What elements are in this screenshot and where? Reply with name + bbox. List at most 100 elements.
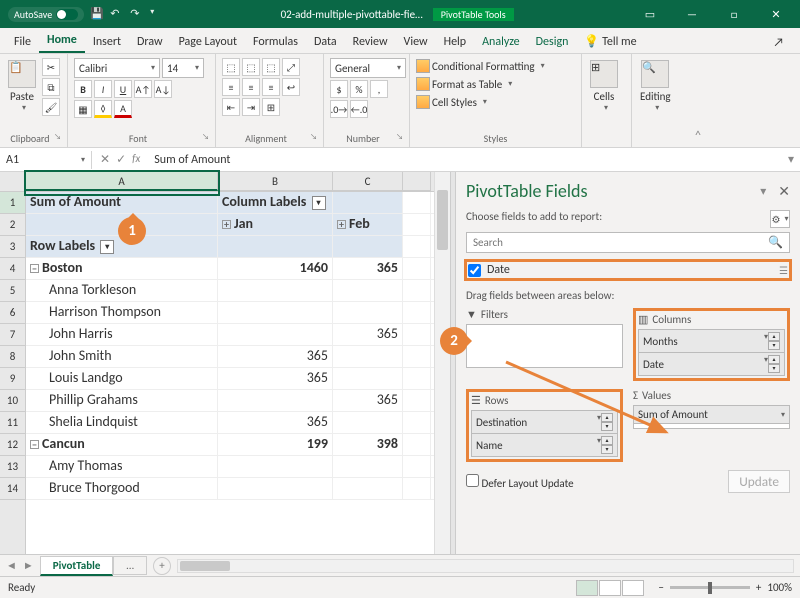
- save-icon[interactable]: 💾: [90, 7, 104, 21]
- close-button[interactable]: ✕: [756, 0, 796, 28]
- undo-icon[interactable]: ↶: [110, 7, 124, 21]
- area-columns[interactable]: ▥Columns Months▾▴▾ Date▾▴▾: [633, 308, 790, 381]
- cell-styles-button[interactable]: Cell Styles▾: [416, 94, 575, 110]
- cell[interactable]: Sum of Amount: [26, 192, 218, 213]
- cell[interactable]: Amy Thomas: [26, 456, 218, 477]
- tab-design[interactable]: Design: [528, 31, 577, 53]
- cell[interactable]: −Boston: [26, 258, 218, 279]
- paste-button[interactable]: 📋 Paste▾: [6, 58, 38, 115]
- editing-button[interactable]: 🔍Editing▾: [638, 58, 673, 115]
- cell[interactable]: [218, 280, 333, 301]
- increase-decimal-icon[interactable]: .0→: [330, 100, 348, 118]
- page-layout-view-button[interactable]: [599, 580, 621, 596]
- cell[interactable]: Phillip Grahams: [26, 390, 218, 411]
- cell[interactable]: [333, 192, 403, 213]
- row-header[interactable]: 13: [0, 456, 25, 478]
- italic-button[interactable]: I: [94, 80, 112, 98]
- vertical-scrollbar[interactable]: [434, 172, 450, 554]
- font-size-combo[interactable]: 14▾: [162, 58, 204, 78]
- tell-me-search[interactable]: 💡 Tell me: [576, 30, 644, 53]
- row-header[interactable]: 12: [0, 434, 25, 456]
- number-launcher-icon[interactable]: ↘: [396, 132, 403, 142]
- tab-file[interactable]: File: [6, 31, 39, 53]
- cell-grid[interactable]: Sum of AmountColumn Labels ▾+Jan+FebRow …: [26, 192, 434, 500]
- area-filters[interactable]: ▼Filters: [466, 308, 623, 381]
- align-middle-icon[interactable]: ⬚: [242, 58, 260, 76]
- format-painter-icon[interactable]: 🖌: [42, 98, 60, 116]
- align-top-icon[interactable]: ⬚: [222, 58, 240, 76]
- cell[interactable]: [333, 456, 403, 477]
- font-color-button[interactable]: A: [114, 100, 132, 118]
- row-header[interactable]: 14: [0, 478, 25, 500]
- field-search-input[interactable]: [467, 233, 762, 252]
- sheet-nav-next-icon[interactable]: ►: [23, 559, 34, 572]
- row-header[interactable]: 1: [0, 192, 25, 214]
- tab-help[interactable]: Help: [436, 31, 475, 53]
- cell[interactable]: Harrison Thompson: [26, 302, 218, 323]
- comma-format-icon[interactable]: ,: [370, 80, 388, 98]
- select-all-button[interactable]: [0, 172, 25, 192]
- align-right-icon[interactable]: ≡: [262, 78, 280, 96]
- merge-button[interactable]: ⊞: [262, 98, 280, 116]
- cell[interactable]: [333, 368, 403, 389]
- tab-page-layout[interactable]: Page Layout: [171, 31, 245, 53]
- cell[interactable]: Bruce Thorgood: [26, 478, 218, 499]
- zoom-level[interactable]: 100%: [767, 581, 792, 594]
- accounting-format-icon[interactable]: $: [330, 80, 348, 98]
- cell[interactable]: +Jan: [218, 214, 333, 235]
- number-format-combo[interactable]: General▾: [330, 58, 406, 78]
- bold-button[interactable]: B: [74, 80, 92, 98]
- cell[interactable]: [333, 478, 403, 499]
- cancel-formula-icon[interactable]: ✕: [100, 152, 110, 167]
- pane-close-icon[interactable]: ✕: [778, 183, 790, 200]
- tab-home[interactable]: Home: [39, 29, 85, 53]
- cell[interactable]: [333, 302, 403, 323]
- cell[interactable]: [333, 346, 403, 367]
- tab-insert[interactable]: Insert: [85, 31, 129, 53]
- copy-icon[interactable]: ⧉: [42, 78, 60, 96]
- row-header[interactable]: 7: [0, 324, 25, 346]
- decrease-decimal-icon[interactable]: ←.0: [350, 100, 368, 118]
- sheet-nav-prev-icon[interactable]: ◄: [6, 559, 17, 572]
- percent-format-icon[interactable]: %: [350, 80, 368, 98]
- redo-icon[interactable]: ↷: [130, 7, 144, 21]
- cell[interactable]: [333, 412, 403, 433]
- new-sheet-button[interactable]: +: [153, 557, 171, 575]
- fill-color-button[interactable]: ◊: [94, 100, 112, 118]
- orientation-icon[interactable]: ⤢: [282, 58, 300, 76]
- row-header[interactable]: 5: [0, 280, 25, 302]
- column-header[interactable]: A: [26, 172, 218, 191]
- row-header[interactable]: 4: [0, 258, 25, 280]
- font-name-combo[interactable]: Calibri▾: [74, 58, 160, 78]
- tab-data[interactable]: Data: [306, 31, 345, 53]
- cell[interactable]: [218, 302, 333, 323]
- ribbon-display-icon[interactable]: ▭: [630, 0, 670, 28]
- alignment-launcher-icon[interactable]: ↘: [310, 132, 317, 142]
- area-chip-destination[interactable]: Destination▾▴▾: [471, 410, 618, 434]
- cell[interactable]: 1460: [218, 258, 333, 279]
- minimize-button[interactable]: —: [672, 0, 712, 28]
- fx-icon[interactable]: fx: [132, 152, 140, 167]
- column-header[interactable]: C: [333, 172, 403, 191]
- font-launcher-icon[interactable]: ↘: [202, 132, 209, 142]
- cell[interactable]: [333, 280, 403, 301]
- update-button[interactable]: Update: [728, 470, 790, 493]
- area-chip-sum-amount[interactable]: Sum of Amount▾: [633, 405, 790, 424]
- field-list-item-date[interactable]: Date ☰: [466, 261, 790, 279]
- cell[interactable]: [333, 236, 403, 257]
- cell[interactable]: [218, 478, 333, 499]
- share-button[interactable]: ↗: [765, 33, 792, 53]
- increase-font-icon[interactable]: A↑: [134, 80, 152, 98]
- formula-input[interactable]: Sum of Amount: [148, 151, 782, 169]
- pane-layout-icon[interactable]: ⚙▾: [770, 210, 790, 228]
- conditional-formatting-button[interactable]: Conditional Formatting▾: [416, 58, 575, 74]
- format-as-table-button[interactable]: Format as Table▾: [416, 76, 575, 92]
- defer-layout-checkbox[interactable]: Defer Layout Update: [466, 474, 574, 490]
- cell[interactable]: 365: [218, 412, 333, 433]
- cell[interactable]: −Cancun: [26, 434, 218, 455]
- row-header[interactable]: 3: [0, 236, 25, 258]
- row-header[interactable]: 8: [0, 346, 25, 368]
- cell[interactable]: Anna Torkleson: [26, 280, 218, 301]
- zoom-slider[interactable]: [670, 586, 750, 589]
- area-chip-date[interactable]: Date▾▴▾: [638, 352, 785, 376]
